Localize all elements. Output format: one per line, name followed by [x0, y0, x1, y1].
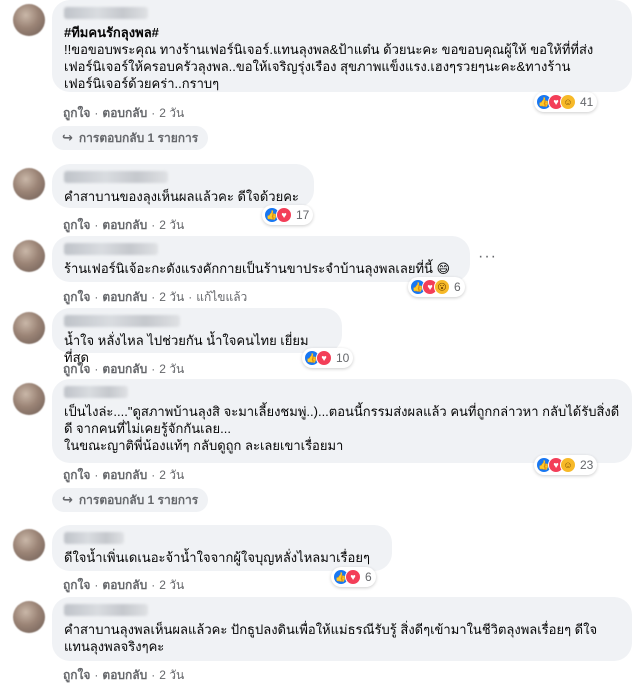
care-icon: ☺	[560, 94, 576, 110]
timestamp[interactable]: 2 วัน	[159, 290, 184, 304]
comment-actions: ถูกใจ · ตอบกลับ · 2 วัน	[63, 668, 185, 682]
reply-button[interactable]: ตอบกลับ	[102, 218, 147, 232]
reaction-count: 6	[454, 280, 461, 294]
avatar[interactable]	[13, 4, 45, 36]
comment-actions: ถูกใจ · ตอบกลับ · 2 วัน	[63, 578, 185, 592]
comment-bubble: ดีใจน้ำเพิ่นเดเนอะจ้าน้ำใจจากผู้ใจบุญหลั…	[52, 525, 392, 571]
timestamp[interactable]: 2 วัน	[159, 218, 184, 232]
avatar[interactable]	[13, 529, 45, 561]
like-button[interactable]: ถูกใจ	[63, 468, 90, 482]
comment-actions: ถูกใจ · ตอบกลับ · 2 วัน	[63, 468, 185, 482]
love-icon: ♥	[276, 207, 292, 223]
comment-bubble: คำสาบานของลุงเห็นผลแล้วคะ ดีใจด้วยคะ	[52, 164, 314, 208]
love-icon: ♥	[316, 350, 332, 366]
reply-button[interactable]: ตอบกลับ	[102, 362, 147, 376]
reaction-summary[interactable]: 👍 ♥ 17	[262, 205, 314, 225]
view-replies-button[interactable]: ↪ การตอบกลับ 1 รายการ	[52, 126, 209, 150]
commenter-name-blurred[interactable]	[64, 604, 148, 616]
comment-text: คำสาบานของลุงเห็นผลแล้วคะ ดีใจด้วยคะ	[64, 189, 299, 204]
comment-text: เป็นไงล่ะ...."ดูสภาพบ้านลุงสิ จะมาเลี้ยง…	[64, 404, 620, 453]
like-button[interactable]: ถูกใจ	[63, 106, 90, 120]
reaction-summary[interactable]: 👍 ♥ ☺ 23	[534, 455, 598, 475]
view-replies-button[interactable]: ↪ การตอบกลับ 1 รายการ	[52, 488, 209, 512]
commenter-name-blurred[interactable]	[64, 171, 168, 183]
reaction-count: 17	[296, 208, 310, 222]
comment-text: !!ขอขอบพระคุณ ทางร้านเฟอร์นิเจอร์.แทนลุง…	[64, 42, 594, 91]
reaction-summary[interactable]: 👍 ♥ 😮 6	[408, 277, 465, 297]
like-button[interactable]: ถูกใจ	[63, 218, 90, 232]
reaction-summary[interactable]: 👍 ♥ 6	[331, 567, 376, 587]
reply-button[interactable]: ตอบกลับ	[102, 106, 147, 120]
avatar[interactable]	[13, 168, 45, 200]
reaction-summary[interactable]: 👍 ♥ ☺ 41	[534, 92, 598, 112]
like-button[interactable]: ถูกใจ	[63, 362, 90, 376]
wow-icon: 😮	[434, 279, 450, 295]
reply-arrow-icon: ↪	[62, 492, 73, 507]
avatar[interactable]	[13, 240, 45, 272]
avatar[interactable]	[13, 601, 45, 633]
like-button[interactable]: ถูกใจ	[63, 578, 90, 592]
timestamp[interactable]: 2 วัน	[159, 468, 184, 482]
timestamp[interactable]: 2 วัน	[159, 578, 184, 592]
timestamp[interactable]: 2 วัน	[159, 106, 184, 120]
comment-actions: ถูกใจ · ตอบกลับ · 2 วัน	[63, 106, 185, 120]
comment-text: ดีใจน้ำเพิ่นเดเนอะจ้าน้ำใจจากผู้ใจบุญหลั…	[64, 550, 370, 565]
comment-bubble: คำสาบานลุงพลเห็นผลแล้วคะ ปักธูปลงดินเพื่…	[52, 597, 632, 661]
reaction-summary[interactable]: 👍 ♥ 10	[302, 348, 354, 368]
timestamp[interactable]: 2 วัน	[159, 362, 184, 376]
reaction-count: 6	[365, 570, 372, 584]
comment-actions: ถูกใจ · ตอบกลับ · 2 วัน	[63, 218, 185, 232]
comment-bubble: ร้านเฟอร์นิเจ้อะกะดังแรงคักกายเป็นร้านขา…	[52, 236, 470, 282]
commenter-name-blurred[interactable]	[64, 386, 128, 398]
care-icon: ☺	[560, 457, 576, 473]
comment-actions: ถูกใจ · ตอบกลับ · 2 วัน	[63, 362, 185, 376]
comment-bubble: เป็นไงล่ะ...."ดูสภาพบ้านลุงสิ จะมาเลี้ยง…	[52, 379, 632, 463]
hashtag[interactable]: #ทีมคนรักลุงพล#	[64, 25, 159, 40]
more-options-icon[interactable]: ···	[478, 248, 497, 266]
commenter-name-blurred[interactable]	[64, 7, 148, 19]
commenter-name-blurred[interactable]	[64, 532, 124, 544]
comment-actions: ถูกใจ · ตอบกลับ · 2 วัน · แก้ไขแล้ว	[63, 290, 248, 304]
reaction-count: 23	[580, 458, 594, 472]
commenter-name-blurred[interactable]	[64, 315, 180, 327]
comment-text: คำสาบานลุงพลเห็นผลแล้วคะ ปักธูปลงดินเพื่…	[64, 622, 598, 654]
like-button[interactable]: ถูกใจ	[63, 668, 90, 682]
avatar[interactable]	[13, 312, 45, 344]
reply-arrow-icon: ↪	[62, 130, 73, 145]
reaction-count: 41	[580, 95, 594, 109]
reaction-count: 10	[336, 351, 350, 365]
avatar[interactable]	[13, 383, 45, 415]
commenter-name-blurred[interactable]	[64, 243, 158, 255]
edited-label[interactable]: แก้ไขแล้ว	[196, 290, 247, 304]
timestamp[interactable]: 2 วัน	[159, 668, 184, 682]
reply-button[interactable]: ตอบกลับ	[102, 290, 147, 304]
comment-text: ร้านเฟอร์นิเจ้อะกะดังแรงคักกายเป็นร้านขา…	[64, 261, 451, 276]
reply-button[interactable]: ตอบกลับ	[102, 668, 147, 682]
reply-button[interactable]: ตอบกลับ	[102, 468, 147, 482]
reply-button[interactable]: ตอบกลับ	[102, 578, 147, 592]
love-icon: ♥	[345, 569, 361, 585]
comment-bubble: #ทีมคนรักลุงพล# !!ขอขอบพระคุณ ทางร้านเฟอ…	[52, 0, 632, 92]
like-button[interactable]: ถูกใจ	[63, 290, 90, 304]
comment-bubble: น้ำใจ หลั่งไหล ไปช่วยกัน น้ำใจคนไทย เยี่…	[52, 308, 342, 365]
